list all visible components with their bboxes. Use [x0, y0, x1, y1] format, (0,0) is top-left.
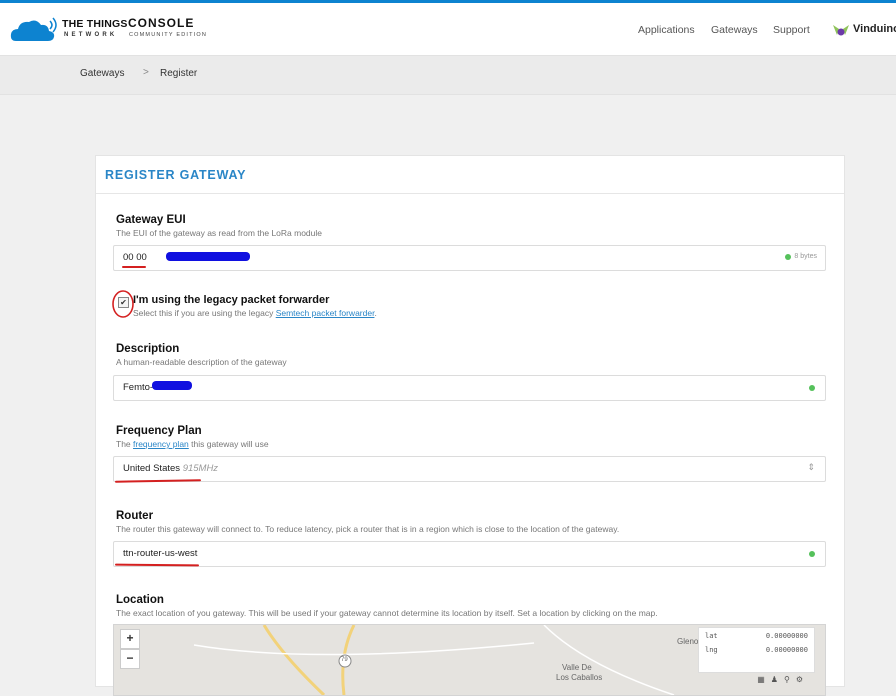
frequency-plan-region: United States [123, 463, 181, 474]
router-valid-dot [809, 551, 815, 557]
router-label: Router [116, 510, 154, 522]
frequency-plan-select[interactable]: United States 915MHz ⇕ [113, 456, 826, 482]
redaction-scribble [166, 252, 250, 261]
card-title: REGISTER GATEWAY [105, 168, 247, 182]
gateway-eui-value: 00 00 [123, 252, 147, 263]
zoom-in-button[interactable]: + [120, 629, 140, 649]
map-road-badge: 79 [341, 657, 348, 663]
frequency-help-prefix: The [116, 439, 134, 449]
eui-byte-count: 8 bytes [785, 253, 817, 260]
brand-subname: NETWORK [64, 32, 118, 38]
nav-applications[interactable]: Applications [638, 24, 695, 36]
breadcrumb: Gateways > Register [0, 56, 896, 95]
user-menu[interactable]: Vinduino [853, 23, 896, 35]
map-layers-icon[interactable]: ▦ [757, 675, 771, 684]
red-underline-annotation [122, 266, 146, 268]
legacy-help-prefix: Select this if you are using the legacy [133, 308, 276, 318]
redaction-scribble [152, 381, 192, 390]
lng-value[interactable]: 0.00000000 [766, 646, 808, 654]
eui-help: The EUI of the gateway as read from the … [116, 228, 323, 238]
frequency-plan-link[interactable]: frequency plan [133, 439, 189, 449]
lat-value[interactable]: 0.00000000 [766, 632, 808, 640]
map-pin-icon[interactable]: ⚲ [784, 675, 796, 684]
description-valid-dot [809, 385, 815, 391]
map-label-valle: Valle De [562, 663, 592, 672]
router-value: ttn-router-us-west [123, 548, 198, 559]
top-header: THE THINGS NETWORK CONSOLE COMMUNITY EDI… [0, 3, 896, 56]
breadcrumb-separator: > [143, 67, 149, 78]
register-gateway-card: REGISTER GATEWAY Gateway EUI The EUI of … [95, 155, 845, 696]
user-avatar-icon[interactable] [832, 23, 850, 37]
breadcrumb-gateways[interactable]: Gateways [80, 68, 124, 79]
legacy-help-suffix: . [374, 308, 377, 318]
eui-byte-count-text: 8 bytes [794, 253, 817, 260]
location-map[interactable]: 79 + − Gleno Valle De Los Caballos lat 0… [113, 624, 826, 696]
location-help: The exact location of you gateway. This … [116, 608, 658, 618]
frequency-plan-mhz: 915MHz [182, 463, 219, 474]
map-settings-icon[interactable]: ⚙ [796, 675, 809, 684]
location-label: Location [116, 594, 164, 606]
frequency-plan-value: United States 915MHz [123, 463, 218, 474]
select-updown-icon: ⇕ [807, 462, 815, 472]
description-label: Description [116, 343, 180, 355]
eui-label: Gateway EUI [116, 214, 186, 226]
eui-valid-dot [785, 253, 792, 260]
frequency-label: Frequency Plan [116, 425, 202, 437]
zoom-out-button[interactable]: − [120, 649, 140, 669]
lat-label: lat [705, 632, 718, 640]
red-underline-annotation [114, 479, 202, 483]
console-title: CONSOLE [128, 16, 195, 30]
semtech-forwarder-link[interactable]: Semtech packet forwarder [276, 308, 375, 318]
ttn-cloud-logo-icon[interactable] [10, 17, 58, 43]
lng-label: lng [705, 646, 718, 654]
breadcrumb-register: Register [160, 68, 198, 79]
legacy-forwarder-checkbox[interactable]: ✔ [118, 297, 129, 308]
frequency-help: The frequency plan this gateway will use [116, 439, 269, 449]
description-input[interactable]: Femto- [113, 375, 826, 401]
nav-support[interactable]: Support [773, 24, 810, 36]
legacy-forwarder-label: I'm using the legacy packet forwarder [133, 294, 330, 306]
map-label-gleno: Gleno [677, 637, 699, 646]
map-tools: ▦♟⚲⚙ [757, 675, 809, 684]
edition-label: COMMUNITY EDITION [129, 32, 208, 38]
map-person-icon[interactable]: ♟ [771, 675, 784, 684]
map-label-caballos: Los Caballos [556, 673, 603, 682]
router-select[interactable]: ttn-router-us-west [113, 541, 826, 567]
nav-gateways[interactable]: Gateways [711, 24, 758, 36]
description-value: Femto- [123, 382, 154, 393]
brand-name: THE THINGS [62, 18, 128, 30]
coordinates-panel: lat 0.00000000 lng 0.00000000 [698, 627, 815, 673]
router-help: The router this gateway will connect to.… [116, 524, 620, 534]
legacy-forwarder-help: Select this if you are using the legacy … [133, 308, 377, 318]
description-help: A human-readable description of the gate… [116, 357, 287, 367]
frequency-help-suffix: this gateway will use [188, 439, 269, 449]
card-divider [96, 193, 844, 194]
